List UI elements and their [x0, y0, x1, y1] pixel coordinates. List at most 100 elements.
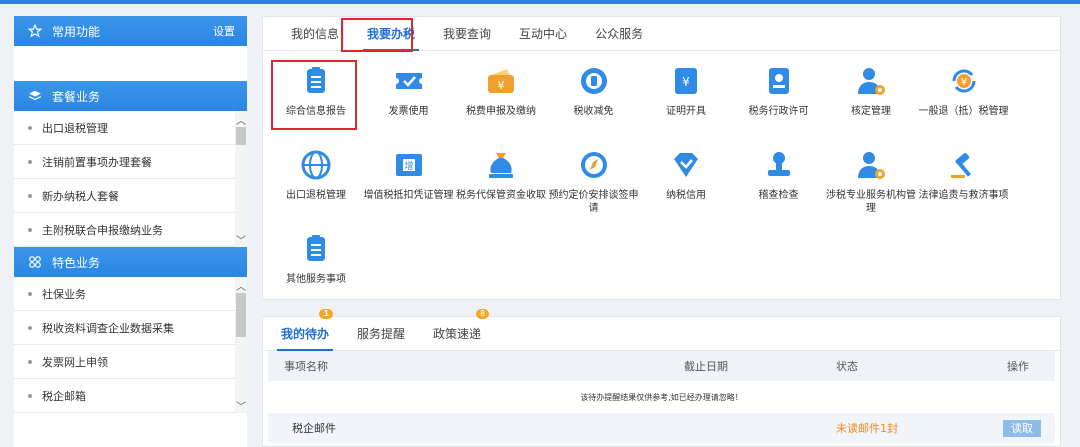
- service-item[interactable]: 税收减免: [549, 63, 639, 118]
- tab-query[interactable]: 我要查询: [429, 16, 505, 50]
- service-label: 税务代保管资金收取: [456, 190, 546, 201]
- service-label: 税收减免: [573, 106, 614, 117]
- menu-item[interactable]: 出口退税管理: [14, 111, 247, 145]
- bullet: [28, 125, 32, 130]
- left-sidebar: 常用功能 设置 套餐业务 出口退税管理 注销前置事项办理套餐 新办纳税人套餐 主…: [14, 16, 247, 447]
- special-business-header[interactable]: 特色业务: [14, 247, 247, 277]
- service-item[interactable]: 预约定价安排谈签申请: [549, 147, 639, 215]
- row-status[interactable]: 未读邮件1封: [828, 420, 990, 436]
- menu-item-label: 发票网上申领: [42, 355, 108, 369]
- scroll-up-icon[interactable]: ︿: [235, 279, 247, 293]
- tab-my-todo[interactable]: 我的待办 1: [267, 309, 343, 351]
- grid-icon: [24, 255, 46, 269]
- user-gear-icon: [853, 147, 889, 183]
- settings-link[interactable]: 设置: [213, 23, 235, 39]
- scroll-up-icon[interactable]: ︿: [235, 113, 247, 127]
- service-label: 增值税抵扣凭证管理: [363, 190, 454, 201]
- menu-item[interactable]: 新办纳税人套餐: [14, 179, 247, 213]
- bullet: [28, 193, 32, 198]
- tab-policy-express[interactable]: 政策速递 8: [419, 309, 495, 350]
- common-functions-area: [14, 46, 247, 81]
- menu-item[interactable]: 注销前置事项办理套餐: [14, 145, 247, 179]
- star-icon: [24, 24, 46, 38]
- menu-item-label: 税企邮箱: [42, 389, 86, 403]
- service-item[interactable]: 出口退税管理: [271, 147, 361, 202]
- tab-public-service[interactable]: 公众服务: [581, 16, 657, 50]
- col-deadline: 截止日期: [684, 360, 728, 373]
- bullet: [28, 325, 32, 330]
- menu-item-label: 注销前置事项办理套餐: [42, 155, 152, 169]
- clipboard-icon: [298, 231, 334, 267]
- service-item[interactable]: ¥ 税费申报及缴纳: [456, 63, 546, 118]
- svg-text:¥: ¥: [498, 79, 505, 92]
- scroll-down-icon[interactable]: ﹀: [235, 233, 247, 247]
- service-item[interactable]: 核定管理: [826, 63, 916, 118]
- service-label: 税费申报及缴纳: [466, 106, 536, 117]
- service-label: 综合信息报告: [286, 106, 346, 117]
- menu-item-label: 新办纳税人套餐: [42, 189, 119, 203]
- stamp-icon: [761, 147, 797, 183]
- tab-interaction[interactable]: 互动中心: [505, 16, 581, 50]
- wallet-yen-icon: ¥: [483, 63, 519, 99]
- menu-item[interactable]: 税收资料调查企业数据采集: [14, 311, 247, 345]
- scroll-thumb[interactable]: [236, 127, 246, 145]
- menu-item[interactable]: 税企邮箱: [14, 379, 247, 413]
- user-gear-icon: [853, 63, 889, 99]
- col-item-name: 事项名称: [284, 360, 328, 373]
- refund-icon: ¥: [946, 63, 982, 99]
- package-menu: 出口退税管理 注销前置事项办理套餐 新办纳税人套餐 主附税联合申报缴纳业务 ︿ …: [14, 111, 247, 247]
- bullet: [28, 227, 32, 232]
- service-item[interactable]: 税务行政许可: [734, 63, 824, 118]
- policy-count-badge: 8: [475, 309, 490, 319]
- service-item[interactable]: 涉税专业服务机构管理: [826, 147, 916, 215]
- service-item[interactable]: 稽查检查: [734, 147, 824, 202]
- bullet: [28, 359, 32, 364]
- services-card: 我的信息 我要办税 我要查询 互动中心 公众服务 综合信息报告 发票使用 ¥ 税费申报…: [262, 16, 1061, 300]
- service-label: 稽查检查: [758, 190, 799, 201]
- svg-text:¥: ¥: [960, 77, 966, 88]
- service-item[interactable]: 综合信息报告: [271, 63, 361, 118]
- special-scrollbar[interactable]: ︿ ﹀: [235, 277, 247, 413]
- ticket-icon: [391, 63, 427, 99]
- service-item[interactable]: 税务代保管资金收取: [456, 147, 546, 202]
- service-label: 法律追责与救济事项: [918, 190, 1009, 201]
- menu-item[interactable]: 社保业务: [14, 277, 247, 311]
- read-button[interactable]: 读取: [1003, 420, 1041, 437]
- scroll-down-icon[interactable]: ﹀: [235, 399, 247, 413]
- bullet: [28, 159, 32, 164]
- service-label: 核定管理: [851, 106, 891, 117]
- todo-count-badge: 1: [319, 309, 334, 319]
- package-scrollbar[interactable]: ︿ ﹀: [235, 111, 247, 247]
- money-bag-icon: [483, 147, 519, 183]
- coin-icon: [576, 63, 612, 99]
- todo-notice: 该待办提醒结果仅供参考,如已经办理请忽略！: [580, 392, 743, 402]
- tab-service-reminder[interactable]: 服务提醒: [343, 316, 419, 350]
- menu-item[interactable]: 主附税联合申报缴纳业务: [14, 213, 247, 247]
- todo-table-header: 事项名称 截止日期 状态 操作: [268, 351, 1055, 381]
- service-label: 出口退税管理: [286, 190, 346, 201]
- service-item[interactable]: 增增值税抵扣凭证管理: [364, 147, 454, 202]
- common-functions-title: 常用功能: [52, 24, 101, 39]
- service-item[interactable]: ¥ 一般退（抵）税管理: [919, 63, 1009, 118]
- svg-text:增: 增: [404, 160, 413, 172]
- service-label: 发票使用: [388, 106, 429, 117]
- menu-item-label: 出口退税管理: [42, 121, 108, 135]
- service-item[interactable]: 发票使用: [364, 63, 454, 118]
- service-label: 其他服务事项: [286, 274, 346, 285]
- service-label: 税务行政许可: [748, 106, 809, 117]
- common-functions-header: 常用功能 设置: [14, 16, 247, 46]
- service-item[interactable]: 纳税信用: [641, 147, 731, 202]
- service-item[interactable]: ¥ 证明开具: [641, 63, 731, 118]
- service-label: 证明开具: [666, 106, 706, 117]
- service-item[interactable]: 法律追责与救济事项: [919, 147, 1009, 202]
- scroll-thumb[interactable]: [236, 293, 246, 337]
- special-menu: 社保业务 税收资料调查企业数据采集 发票网上申领 税企邮箱 ︿ ﹀: [14, 277, 247, 413]
- package-business-header[interactable]: 套餐业务: [14, 81, 247, 111]
- diamond-icon: [668, 147, 704, 183]
- service-label: 一般退（抵）税管理: [918, 106, 1009, 117]
- menu-item[interactable]: 发票网上申领: [14, 345, 247, 379]
- row-item-name: 税企邮件: [292, 422, 336, 435]
- tab-my-todo-label: 我的待办: [281, 326, 330, 341]
- row-action-cell: 读取: [990, 420, 1054, 437]
- service-item[interactable]: 其他服务事项: [271, 231, 361, 286]
